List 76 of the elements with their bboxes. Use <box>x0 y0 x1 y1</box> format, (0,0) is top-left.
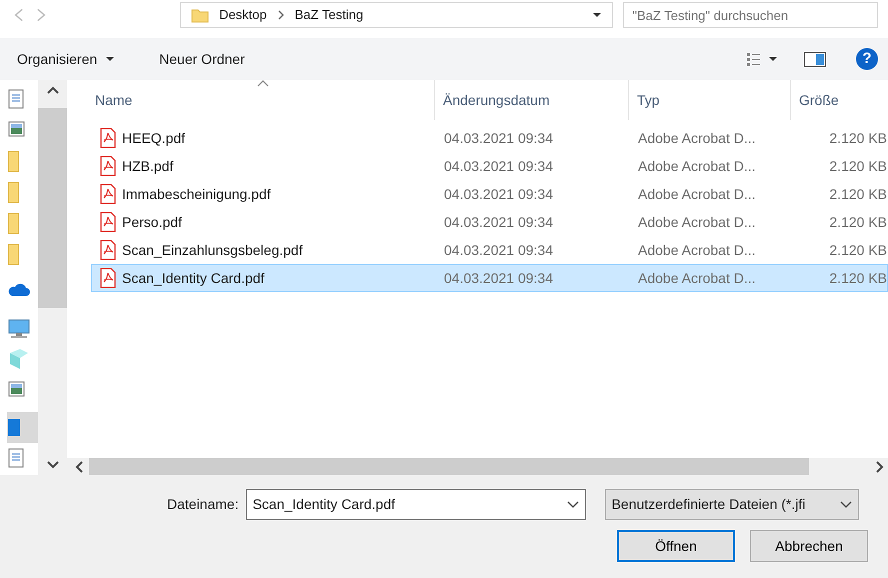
folder-icon <box>8 182 19 203</box>
pdf-file-icon <box>100 268 116 288</box>
file-type: Adobe Acrobat D... <box>637 240 757 260</box>
pdf-file-icon <box>100 184 116 204</box>
toolbar-button[interactable]: Organisieren <box>8 44 124 74</box>
pdf-file-icon <box>100 240 116 260</box>
nav-item[interactable] <box>7 412 38 443</box>
file-size: 2.120 KB <box>828 212 887 232</box>
file-row[interactable]: Perso.pdf 04.03.2021 09:34 Adobe Acrobat D... 2.120 KB <box>91 208 888 236</box>
chevron-down-icon <box>840 501 852 508</box>
toolbar-button[interactable]: Neuer Ordner <box>150 44 254 74</box>
file-type-dropdown[interactable]: Benutzerdefinierte Dateien (*.jfi <box>604 489 859 520</box>
folder-icon <box>8 151 19 172</box>
file-size: 2.120 KB <box>828 156 887 176</box>
file-row[interactable]: Scan_Identity Card.pdf 04.03.2021 09:34 Adobe Acrobat D... 2.120 KB <box>91 264 888 292</box>
file-type: Adobe Acrobat D... <box>637 156 757 176</box>
scroll-left-icon[interactable] <box>75 460 83 472</box>
file-size: 2.120 KB <box>828 268 887 288</box>
file-size: 2.120 KB <box>828 240 887 260</box>
search-field[interactable]: "BaZ Testing" durchsuchen <box>623 2 878 28</box>
modified-date: 04.03.2021 09:34 <box>443 212 554 232</box>
file-name: Immabescheinigung.pdf <box>122 184 271 204</box>
scroll-down-icon[interactable] <box>46 461 58 469</box>
vertical-scrollbar[interactable] <box>38 80 67 475</box>
modified-date: 04.03.2021 09:34 <box>443 128 554 148</box>
file-name: Perso.pdf <box>122 212 182 232</box>
modified-date: 04.03.2021 09:34 <box>443 184 554 204</box>
file-name: Scan_Identity Card.pdf <box>122 268 264 288</box>
file-type: Adobe Acrobat D... <box>637 128 757 148</box>
field-label: Dateiname: <box>167 495 239 514</box>
horizontal-scrollbar[interactable] <box>67 458 888 475</box>
file-size: 2.120 KB <box>828 184 887 204</box>
column-header[interactable]: Name <box>67 80 435 120</box>
pdf-file-icon <box>100 128 116 148</box>
scroll-right-icon[interactable] <box>876 460 884 472</box>
file-name: HEEQ.pdf <box>122 128 186 148</box>
column-header[interactable]: Änderungsdatum <box>435 80 629 120</box>
breadcrumb-item[interactable]: BaZ Testing <box>294 5 364 25</box>
sort-ascending-icon <box>257 80 269 87</box>
folder-icon <box>8 213 19 234</box>
file-type: Adobe Acrobat D... <box>637 212 757 232</box>
file-row[interactable]: Scan_Einzahlunsgsbeleg.pdf 04.03.2021 09:34 Adobe Acrobat D... 2.120 KB <box>91 236 888 264</box>
file-row[interactable]: Immabescheinigung.pdf 04.03.2021 09:34 Adobe Acrobat D... 2.120 KB <box>91 180 888 208</box>
column-header[interactable]: Größe <box>791 80 888 120</box>
help-button[interactable]: ? <box>856 48 878 70</box>
caret-icon[interactable] <box>592 12 602 18</box>
caret-icon <box>105 56 116 62</box>
file-name: Scan_Einzahlunsgsbeleg.pdf <box>122 240 303 260</box>
desktop-icon <box>8 419 20 436</box>
cube-icon <box>8 349 30 370</box>
folder-icon <box>8 244 19 265</box>
scroll-up-icon[interactable] <box>46 86 58 94</box>
column-header[interactable]: Typ <box>629 80 791 120</box>
address-bar[interactable]: Desktop BaZ Testing <box>180 2 614 28</box>
view-list-icon[interactable] <box>747 52 761 66</box>
file-type: Adobe Acrobat D... <box>637 184 757 204</box>
file-name: HZB.pdf <box>122 156 174 176</box>
pdf-file-icon <box>100 156 116 176</box>
pdf-file-icon <box>100 212 116 232</box>
chevron-icon <box>276 10 285 20</box>
dialog-button[interactable]: Öffnen <box>617 530 735 562</box>
chevron-down-icon[interactable] <box>566 501 579 508</box>
file-row[interactable]: HZB.pdf 04.03.2021 09:34 Adobe Acrobat D... 2.120 KB <box>91 152 888 180</box>
modified-date: 04.03.2021 09:34 <box>443 268 554 288</box>
folder-icon <box>191 7 210 23</box>
modified-date: 04.03.2021 09:34 <box>443 156 554 176</box>
filename-field[interactable]: Scan_Identity Card.pdf <box>246 489 586 520</box>
breadcrumb-item[interactable]: Desktop <box>219 5 267 25</box>
computer-icon <box>8 318 30 339</box>
file-row[interactable]: HEEQ.pdf 04.03.2021 09:34 Adobe Acrobat D... 2.120 KB <box>91 124 888 152</box>
file-size: 2.120 KB <box>828 128 887 148</box>
caret-icon[interactable] <box>768 56 778 62</box>
modified-date: 04.03.2021 09:34 <box>443 240 554 260</box>
file-type: Adobe Acrobat D... <box>637 268 757 288</box>
preview-pane-icon[interactable] <box>804 52 826 66</box>
dialog-button[interactable]: Abbrechen <box>750 530 868 562</box>
